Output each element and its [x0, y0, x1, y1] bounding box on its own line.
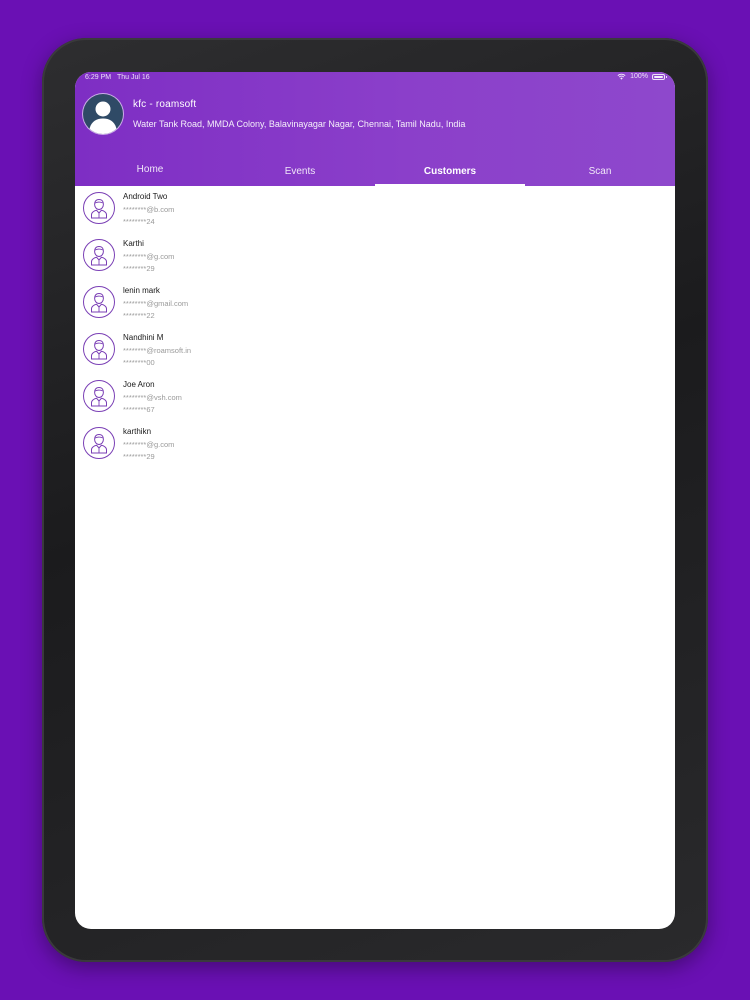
tab-label: Customers	[423, 166, 477, 177]
status-bar: 6:29 PM Thu Jul 16 100%	[75, 72, 675, 84]
tab-label: Events	[284, 166, 316, 177]
user-outline-icon	[91, 386, 107, 407]
tab-label: Scan	[588, 166, 612, 177]
profile-address: Water Tank Road, MMDA Colony, Balavinaya…	[133, 119, 466, 129]
customer-phone: ********29	[123, 452, 155, 461]
customer-name: lenin mark	[123, 286, 160, 295]
customer-avatar	[83, 192, 115, 224]
customer-name: karthikn	[123, 427, 152, 436]
battery-percent: 100%	[630, 73, 648, 80]
customer-email: ********@roamsoft.in	[123, 346, 192, 355]
customer-email: ********@gmail.com	[123, 299, 189, 308]
tab-customers[interactable]: Customers	[375, 154, 525, 186]
user-outline-icon	[91, 339, 107, 360]
customer-name: Nandhini M	[123, 333, 164, 342]
customer-email: ********@g.com	[123, 252, 175, 261]
customer-avatar	[83, 380, 115, 412]
list-item[interactable]: Nandhini M ********@roamsoft.in ********…	[75, 327, 675, 374]
customer-name: Karthi	[123, 239, 144, 248]
customer-phone: ********22	[123, 311, 155, 320]
status-time: 6:29 PM	[85, 74, 112, 81]
customer-email: ********@b.com	[123, 205, 175, 214]
user-outline-icon	[91, 245, 107, 266]
customer-avatar	[83, 333, 115, 365]
app-screen: 6:29 PM Thu Jul 16 100% kfc - roamsoft W…	[75, 72, 675, 929]
list-item[interactable]: Android Two ********@b.com ********24	[75, 186, 675, 233]
customer-email: ********@g.com	[123, 440, 175, 449]
tab-scan[interactable]: Scan	[525, 154, 675, 186]
person-silhouette-icon	[89, 101, 117, 134]
status-date: Thu Jul 16	[117, 74, 150, 81]
customer-name: Android Two	[123, 192, 168, 201]
customer-phone: ********00	[123, 358, 155, 367]
battery-icon	[652, 73, 667, 80]
profile-name: kfc - roamsoft	[133, 99, 197, 110]
customer-avatar	[83, 286, 115, 318]
user-outline-icon	[91, 433, 107, 454]
list-item[interactable]: Joe Aron ********@vsh.com ********67	[75, 374, 675, 421]
customer-avatar	[83, 239, 115, 271]
user-outline-icon	[91, 292, 107, 313]
tab-home[interactable]: Home	[75, 154, 225, 186]
user-outline-icon	[91, 198, 107, 219]
tab-events[interactable]: Events	[225, 154, 375, 186]
profile-avatar[interactable]	[83, 94, 123, 134]
list-item[interactable]: lenin mark ********@gmail.com ********22	[75, 280, 675, 327]
customer-name: Joe Aron	[123, 380, 155, 389]
customer-list: Android Two ********@b.com ********24 Ka…	[75, 186, 675, 468]
customer-email: ********@vsh.com	[123, 393, 182, 402]
tab-bar: Home Events Customers Scan	[75, 154, 675, 186]
customer-phone: ********67	[123, 405, 155, 414]
list-item[interactable]: karthikn ********@g.com ********29	[75, 421, 675, 468]
customer-phone: ********24	[123, 217, 155, 226]
customer-phone: ********29	[123, 264, 155, 273]
app-header: 6:29 PM Thu Jul 16 100% kfc - roamsoft W…	[75, 72, 675, 186]
tab-label: Home	[136, 164, 164, 175]
customer-avatar	[83, 427, 115, 459]
list-item[interactable]: Karthi ********@g.com ********29	[75, 233, 675, 280]
status-indicators: 100%	[617, 73, 667, 80]
wifi-icon	[617, 73, 626, 80]
